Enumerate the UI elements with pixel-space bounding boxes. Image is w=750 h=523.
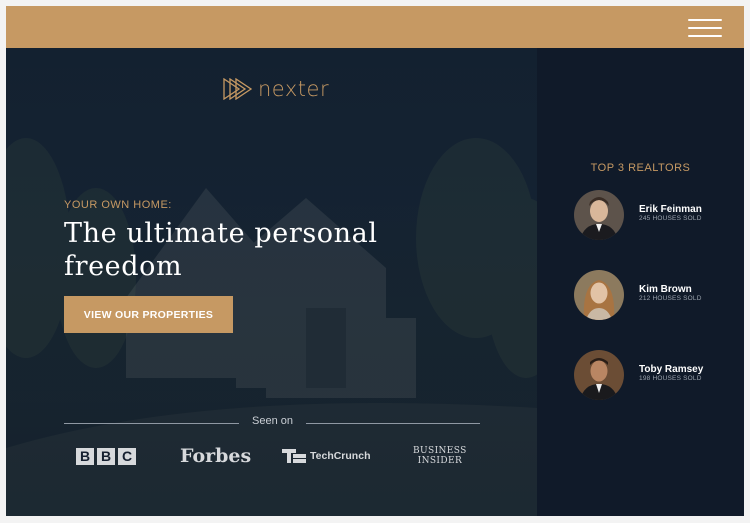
realtor-sold-count: 212 HOUSES SOLD [639, 295, 702, 302]
realtor-name: Erik Feinman [639, 204, 702, 215]
seen-on-divider: Seen on [64, 415, 480, 431]
sidebar-title: TOP 3 REALTORS [590, 162, 691, 174]
techcrunch-mark-icon [282, 449, 306, 463]
avatar [574, 350, 624, 400]
view-properties-button[interactable]: VIEW OUR PROPERTIES [64, 296, 233, 333]
seen-on-label: Seen on [252, 415, 293, 427]
nexter-logo[interactable]: nexter [222, 76, 329, 102]
hamburger-menu-icon[interactable] [688, 17, 722, 39]
page-frame: nexter YOUR OWN HOME: The ultimate perso… [6, 6, 744, 516]
realtor-sold-count: 198 HOUSES SOLD [639, 375, 702, 382]
realtor-card-erik[interactable]: Erik Feinman 245 HOUSES SOLD [574, 190, 744, 242]
brand-name: nexter [258, 77, 330, 101]
hero-headline: The ultimate personal freedom [64, 218, 378, 282]
realtor-name: Kim Brown [639, 284, 692, 295]
avatar [574, 270, 624, 320]
press-logos: BBC Forbes TechCrunch BUSINESS INSIDER [64, 436, 480, 476]
realtor-name: Toby Ramsey [639, 364, 704, 375]
business-insider-logo: BUSINESS INSIDER [413, 446, 467, 466]
avatar [574, 190, 624, 240]
techcrunch-logo: TechCrunch [282, 436, 370, 476]
realtors-sidebar: TOP 3 REALTORS Erik Feinman 245 HOUSES S… [537, 48, 744, 516]
hero-section: nexter YOUR OWN HOME: The ultimate perso… [6, 48, 537, 516]
top-navigation-bar [6, 6, 744, 48]
realtor-sold-count: 245 HOUSES SOLD [639, 215, 702, 222]
realtor-card-toby[interactable]: Toby Ramsey 198 HOUSES SOLD [574, 350, 744, 402]
forbes-logo: Forbes [180, 445, 252, 467]
bbc-logo: BBC [76, 436, 139, 476]
hero-eyebrow: YOUR OWN HOME: [64, 199, 172, 211]
nexter-logo-icon [223, 78, 252, 100]
realtor-card-kim[interactable]: Kim Brown 212 HOUSES SOLD [574, 270, 744, 322]
